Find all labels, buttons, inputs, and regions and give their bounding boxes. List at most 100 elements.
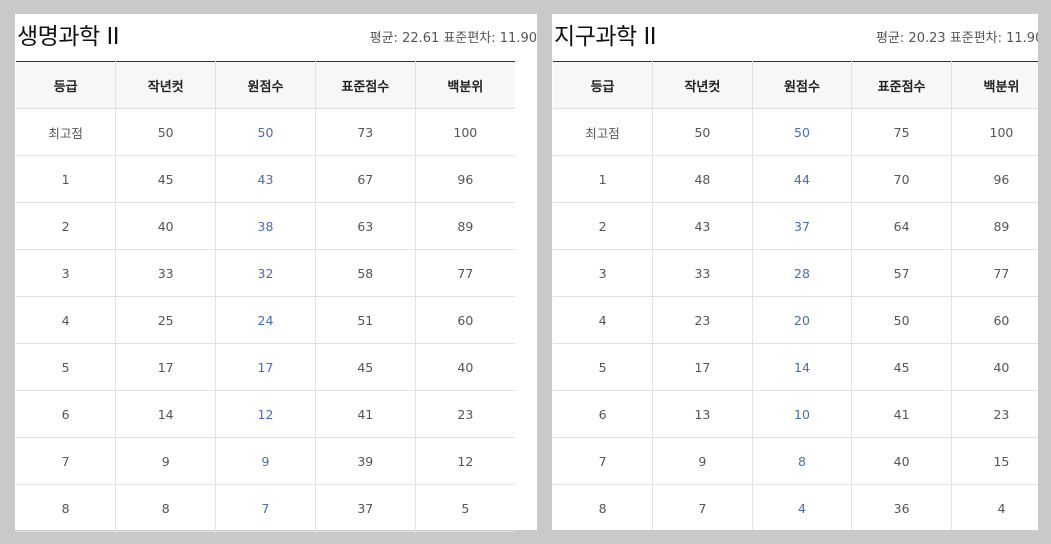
raw-score-cell: 8 xyxy=(751,437,852,485)
grade-cell: 5 xyxy=(553,343,653,391)
grade-cell: 2 xyxy=(553,202,653,250)
grade-cell: 5 xyxy=(16,343,116,391)
percentile-cell: 40 xyxy=(950,343,1038,391)
table-row: 2 40 38 63 89 xyxy=(16,202,515,250)
column-header-raw-score: 원점수 xyxy=(215,61,316,109)
column-header-standard-score: 표준점수 xyxy=(314,61,416,109)
subject-panel-earth-science: 지구과학 II 평균: 20.23 표준편차: 11.90 등급 작년컷 원점수… xyxy=(552,14,1038,530)
percentile-cell: 5 xyxy=(414,484,515,532)
subject-stats: 평균: 22.61 표준편차: 11.90 xyxy=(369,31,537,46)
grade-cell: 8 xyxy=(16,484,116,532)
table-row: 8 7 4 36 4 xyxy=(553,484,1038,530)
standard-score-cell: 57 xyxy=(851,249,952,297)
standard-score-cell: 58 xyxy=(314,249,416,297)
table-row: 3 33 28 57 77 xyxy=(553,249,1038,297)
raw-score-cell: 38 xyxy=(215,202,316,250)
grade-cell: 4 xyxy=(16,296,116,344)
grade-cell: 8 xyxy=(553,484,653,530)
grade-cell: 6 xyxy=(16,390,116,438)
standard-score-cell: 51 xyxy=(314,296,416,344)
last-year-cut-cell: 9 xyxy=(115,437,216,485)
screen: 생명과학 II 평균: 22.61 표준편차: 11.90 등급 작년컷 원점수… xyxy=(0,0,1051,544)
table-row: 1 48 44 70 96 xyxy=(553,155,1038,203)
raw-score-cell: 50 xyxy=(215,108,316,156)
column-header-raw-score: 원점수 xyxy=(751,61,852,109)
column-header-percentile: 백분위 xyxy=(414,61,515,109)
raw-score-cell: 9 xyxy=(215,437,316,485)
table-row: 2 43 37 64 89 xyxy=(553,202,1038,250)
percentile-cell: 100 xyxy=(950,108,1038,156)
last-year-cut-cell: 8 xyxy=(115,484,216,532)
last-year-cut-cell: 14 xyxy=(115,390,216,438)
standard-score-cell: 37 xyxy=(314,484,416,532)
last-year-cut-cell: 13 xyxy=(652,390,753,438)
table-row: 7 9 9 39 12 xyxy=(16,437,515,485)
standard-score-cell: 70 xyxy=(851,155,952,203)
standard-score-cell: 50 xyxy=(851,296,952,344)
last-year-cut-cell: 33 xyxy=(115,249,216,297)
percentile-cell: 96 xyxy=(950,155,1038,203)
standard-score-cell: 67 xyxy=(314,155,416,203)
column-header-grade: 등급 xyxy=(553,61,653,109)
subject-title: 생명과학 II xyxy=(17,24,120,50)
percentile-cell: 15 xyxy=(950,437,1038,485)
standard-score-cell: 40 xyxy=(851,437,952,485)
table-header-row: 등급 작년컷 원점수 표준점수 백분위 xyxy=(553,61,1038,109)
raw-score-cell: 4 xyxy=(751,484,852,530)
grade-cell: 7 xyxy=(16,437,116,485)
standard-score-cell: 75 xyxy=(851,108,952,156)
percentile-cell: 96 xyxy=(414,155,515,203)
last-year-cut-cell: 43 xyxy=(652,202,753,250)
table-row: 3 33 32 58 77 xyxy=(16,249,515,297)
table-row: 5 17 17 45 40 xyxy=(16,343,515,391)
grade-cell: 6 xyxy=(553,390,653,438)
raw-score-cell: 14 xyxy=(751,343,852,391)
table-row: 최고점 50 50 73 100 xyxy=(16,108,515,156)
last-year-cut-cell: 25 xyxy=(115,296,216,344)
last-year-cut-cell: 40 xyxy=(115,202,216,250)
table-row: 7 9 8 40 15 xyxy=(553,437,1038,485)
grade-cell: 3 xyxy=(16,249,116,297)
column-header-last-year-cut: 작년컷 xyxy=(652,61,753,109)
raw-score-cell: 7 xyxy=(215,484,316,532)
percentile-cell: 4 xyxy=(950,484,1038,530)
table-row: 6 14 12 41 23 xyxy=(16,390,515,438)
column-header-grade: 등급 xyxy=(16,61,116,109)
last-year-cut-cell: 9 xyxy=(652,437,753,485)
percentile-cell: 23 xyxy=(950,390,1038,438)
column-header-last-year-cut: 작년컷 xyxy=(115,61,216,109)
grade-cell: 4 xyxy=(553,296,653,344)
percentile-cell: 89 xyxy=(414,202,515,250)
standard-score-cell: 73 xyxy=(314,108,416,156)
grade-cell: 최고점 xyxy=(16,108,116,156)
standard-score-cell: 36 xyxy=(851,484,952,530)
last-year-cut-cell: 50 xyxy=(115,108,216,156)
standard-score-cell: 41 xyxy=(314,390,416,438)
grade-cell: 최고점 xyxy=(553,108,653,156)
table-row: 1 45 43 67 96 xyxy=(16,155,515,203)
subject-title: 지구과학 II xyxy=(554,24,657,50)
subject-stats: 평균: 20.23 표준편차: 11.90 xyxy=(876,31,1038,46)
table-row: 8 8 7 37 5 xyxy=(16,484,515,532)
grade-cell: 7 xyxy=(553,437,653,485)
percentile-cell: 77 xyxy=(414,249,515,297)
raw-score-cell: 10 xyxy=(751,390,852,438)
grade-cut-table: 등급 작년컷 원점수 표준점수 백분위 최고점 50 50 73 100 1 45 43 67 9… xyxy=(16,61,515,532)
grade-cell: 1 xyxy=(553,155,653,203)
raw-score-cell: 50 xyxy=(751,108,852,156)
grade-cut-table: 등급 작년컷 원점수 표준점수 백분위 최고점 50 50 75 100 1 48 44 70 9… xyxy=(553,61,1038,530)
raw-score-cell: 12 xyxy=(215,390,316,438)
percentile-cell: 77 xyxy=(950,249,1038,297)
standard-score-cell: 45 xyxy=(314,343,416,391)
last-year-cut-cell: 17 xyxy=(652,343,753,391)
panel-header: 지구과학 II 평균: 20.23 표준편차: 11.90 xyxy=(552,14,1038,61)
last-year-cut-cell: 50 xyxy=(652,108,753,156)
last-year-cut-cell: 17 xyxy=(115,343,216,391)
table-body: 최고점 50 50 73 100 1 45 43 67 96 2 40 38 63 89 3 33 32 58 77 4… xyxy=(16,108,515,532)
table-body: 최고점 50 50 75 100 1 48 44 70 96 2 43 37 64 89 3 33 28 57 77 4… xyxy=(553,108,1038,530)
percentile-cell: 60 xyxy=(950,296,1038,344)
column-header-percentile: 백분위 xyxy=(950,61,1038,109)
raw-score-cell: 28 xyxy=(751,249,852,297)
table-header-row: 등급 작년컷 원점수 표준점수 백분위 xyxy=(16,61,515,109)
last-year-cut-cell: 48 xyxy=(652,155,753,203)
